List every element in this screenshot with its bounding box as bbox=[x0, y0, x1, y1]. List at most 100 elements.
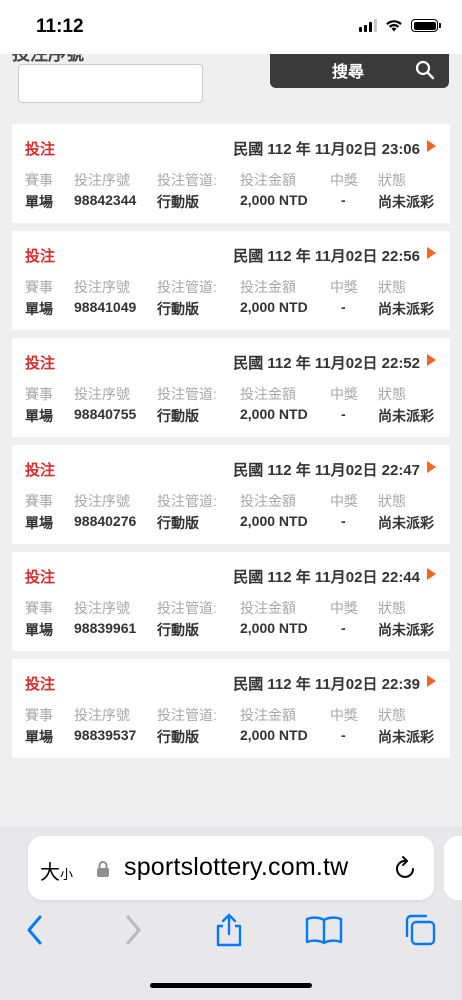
bet-datetime: 民國 112 年 11月02日 22:47 bbox=[233, 462, 420, 479]
win-value: - bbox=[341, 406, 346, 422]
column-header: 投注管道: bbox=[157, 279, 217, 295]
column-header: 投注管道: bbox=[157, 493, 217, 509]
column-header: 狀態 bbox=[378, 172, 406, 188]
column-header: 投注管道: bbox=[157, 386, 217, 402]
column-header: 賽事 bbox=[25, 493, 53, 509]
column-header: 投注金額 bbox=[240, 279, 296, 295]
bet-datetime: 民國 112 年 11月02日 22:56 bbox=[233, 248, 420, 265]
status-value: 尚未派彩 bbox=[378, 729, 434, 745]
play-arrow-icon[interactable] bbox=[427, 675, 436, 687]
amount-value: 2,000 NTD bbox=[240, 299, 308, 315]
channel-value: 行動版 bbox=[157, 515, 199, 531]
event-value: 單場 bbox=[25, 515, 53, 531]
search-button-label: 搜尋 bbox=[332, 64, 365, 81]
browser-toolbar: 大小 sportslottery.com.tw bbox=[0, 826, 462, 1000]
win-value: - bbox=[341, 513, 346, 529]
column-header: 投注序號 bbox=[74, 386, 130, 402]
column-header: 中獎 bbox=[330, 386, 358, 402]
play-arrow-icon[interactable] bbox=[427, 247, 436, 259]
column-header: 投注序號 bbox=[74, 600, 130, 616]
bet-datetime: 民國 112 年 11月02日 22:52 bbox=[233, 355, 420, 372]
win-value: - bbox=[341, 727, 346, 743]
share-icon[interactable] bbox=[212, 912, 246, 948]
column-header: 投注序號 bbox=[74, 279, 130, 295]
serial-value: 98842344 bbox=[74, 192, 137, 208]
lock-icon bbox=[97, 861, 109, 877]
play-arrow-icon[interactable] bbox=[427, 354, 436, 366]
reload-icon[interactable] bbox=[394, 855, 418, 881]
column-header: 中獎 bbox=[330, 707, 358, 723]
column-header: 投注管道: bbox=[157, 600, 217, 616]
web-page: 投注序號 搜尋 投注 民國 112 年 11月02日 23:06 賽事 單場 投注序號 9… bbox=[0, 54, 462, 826]
column-header: 投注金額 bbox=[240, 600, 296, 616]
column-header: 投注管道: bbox=[157, 707, 217, 723]
win-value: - bbox=[341, 620, 346, 636]
column-header: 狀態 bbox=[378, 493, 406, 509]
event-value: 單場 bbox=[25, 729, 53, 745]
status-value: 尚未派彩 bbox=[378, 622, 434, 638]
book-icon[interactable] bbox=[304, 912, 344, 948]
search-button[interactable]: 搜尋 bbox=[270, 54, 449, 88]
bet-card[interactable]: 投注 民國 112 年 11月02日 22:44 賽事 單場 投注序號 98839961 投… bbox=[12, 552, 450, 651]
column-header: 賽事 bbox=[25, 386, 53, 402]
serial-value: 98840755 bbox=[74, 406, 137, 422]
event-value: 單場 bbox=[25, 194, 53, 210]
column-header: 賽事 bbox=[25, 279, 53, 295]
bet-card[interactable]: 投注 民國 112 年 11月02日 22:39 賽事 單場 投注序號 98839537 投… bbox=[12, 659, 450, 758]
column-header: 投注金額 bbox=[240, 707, 296, 723]
win-value: - bbox=[341, 192, 346, 208]
column-header: 投注序號 bbox=[74, 493, 130, 509]
bet-type-label: 投注 bbox=[25, 141, 56, 158]
bet-type-label: 投注 bbox=[25, 248, 56, 265]
status-icons bbox=[359, 19, 441, 32]
amount-value: 2,000 NTD bbox=[240, 513, 308, 529]
bet-datetime: 民國 112 年 11月02日 22:44 bbox=[233, 569, 420, 586]
bet-card[interactable]: 投注 民國 112 年 11月02日 23:06 賽事 單場 投注序號 98842344 投… bbox=[12, 124, 450, 223]
amount-value: 2,000 NTD bbox=[240, 406, 308, 422]
event-value: 單場 bbox=[25, 408, 53, 424]
wifi-icon bbox=[386, 20, 402, 32]
column-header: 投注金額 bbox=[240, 493, 296, 509]
channel-value: 行動版 bbox=[157, 194, 199, 210]
bet-card[interactable]: 投注 民國 112 年 11月02日 22:47 賽事 單場 投注序號 98840276 投… bbox=[12, 445, 450, 544]
status-value: 尚未派彩 bbox=[378, 408, 434, 424]
status-bar: 11:12 bbox=[0, 0, 462, 54]
back-icon[interactable] bbox=[24, 912, 46, 948]
next-tab-peek[interactable] bbox=[444, 836, 462, 900]
column-header: 投注金額 bbox=[240, 386, 296, 402]
bet-card[interactable]: 投注 民國 112 年 11月02日 22:52 賽事 單場 投注序號 98840755 投… bbox=[12, 338, 450, 437]
serial-value: 98841049 bbox=[74, 299, 137, 315]
column-header: 投注管道: bbox=[157, 172, 217, 188]
forward-icon[interactable] bbox=[122, 912, 144, 948]
channel-value: 行動版 bbox=[157, 729, 199, 745]
serial-value: 98839537 bbox=[74, 727, 137, 743]
bet-datetime: 民國 112 年 11月02日 22:39 bbox=[233, 676, 420, 693]
column-header: 投注金額 bbox=[240, 172, 296, 188]
play-arrow-icon[interactable] bbox=[427, 140, 436, 152]
search-input[interactable] bbox=[18, 64, 203, 103]
play-arrow-icon[interactable] bbox=[427, 461, 436, 473]
tabs-icon[interactable] bbox=[402, 912, 438, 948]
text-size-small: 小 bbox=[60, 867, 74, 882]
bet-card[interactable]: 投注 民國 112 年 11月02日 22:56 賽事單場 投注序號 98841049 投… bbox=[12, 231, 450, 330]
text-size-button[interactable]: 大小 bbox=[40, 856, 73, 885]
column-header: 狀態 bbox=[378, 279, 406, 295]
bet-type-label: 投注 bbox=[25, 569, 56, 586]
amount-value: 2,000 NTD bbox=[240, 192, 308, 208]
status-value: 尚未派彩 bbox=[378, 301, 434, 317]
column-header: 賽事 bbox=[25, 600, 53, 616]
battery-icon bbox=[411, 19, 441, 32]
text-size-large: 大 bbox=[40, 862, 60, 884]
event-value: 單場 bbox=[25, 622, 53, 638]
address-bar[interactable]: 大小 sportslottery.com.tw bbox=[28, 836, 434, 900]
column-header: 投注序號 bbox=[74, 707, 130, 723]
bet-type-label: 投注 bbox=[25, 462, 56, 479]
win-value: - bbox=[341, 299, 346, 315]
column-header: 中獎 bbox=[330, 493, 358, 509]
signal-icon bbox=[359, 19, 377, 32]
play-arrow-icon[interactable] bbox=[427, 568, 436, 580]
amount-value: 2,000 NTD bbox=[240, 727, 308, 743]
status-time: 11:12 bbox=[36, 16, 84, 37]
event-value: 單場 bbox=[25, 301, 53, 317]
status-value: 尚未派彩 bbox=[378, 515, 434, 531]
